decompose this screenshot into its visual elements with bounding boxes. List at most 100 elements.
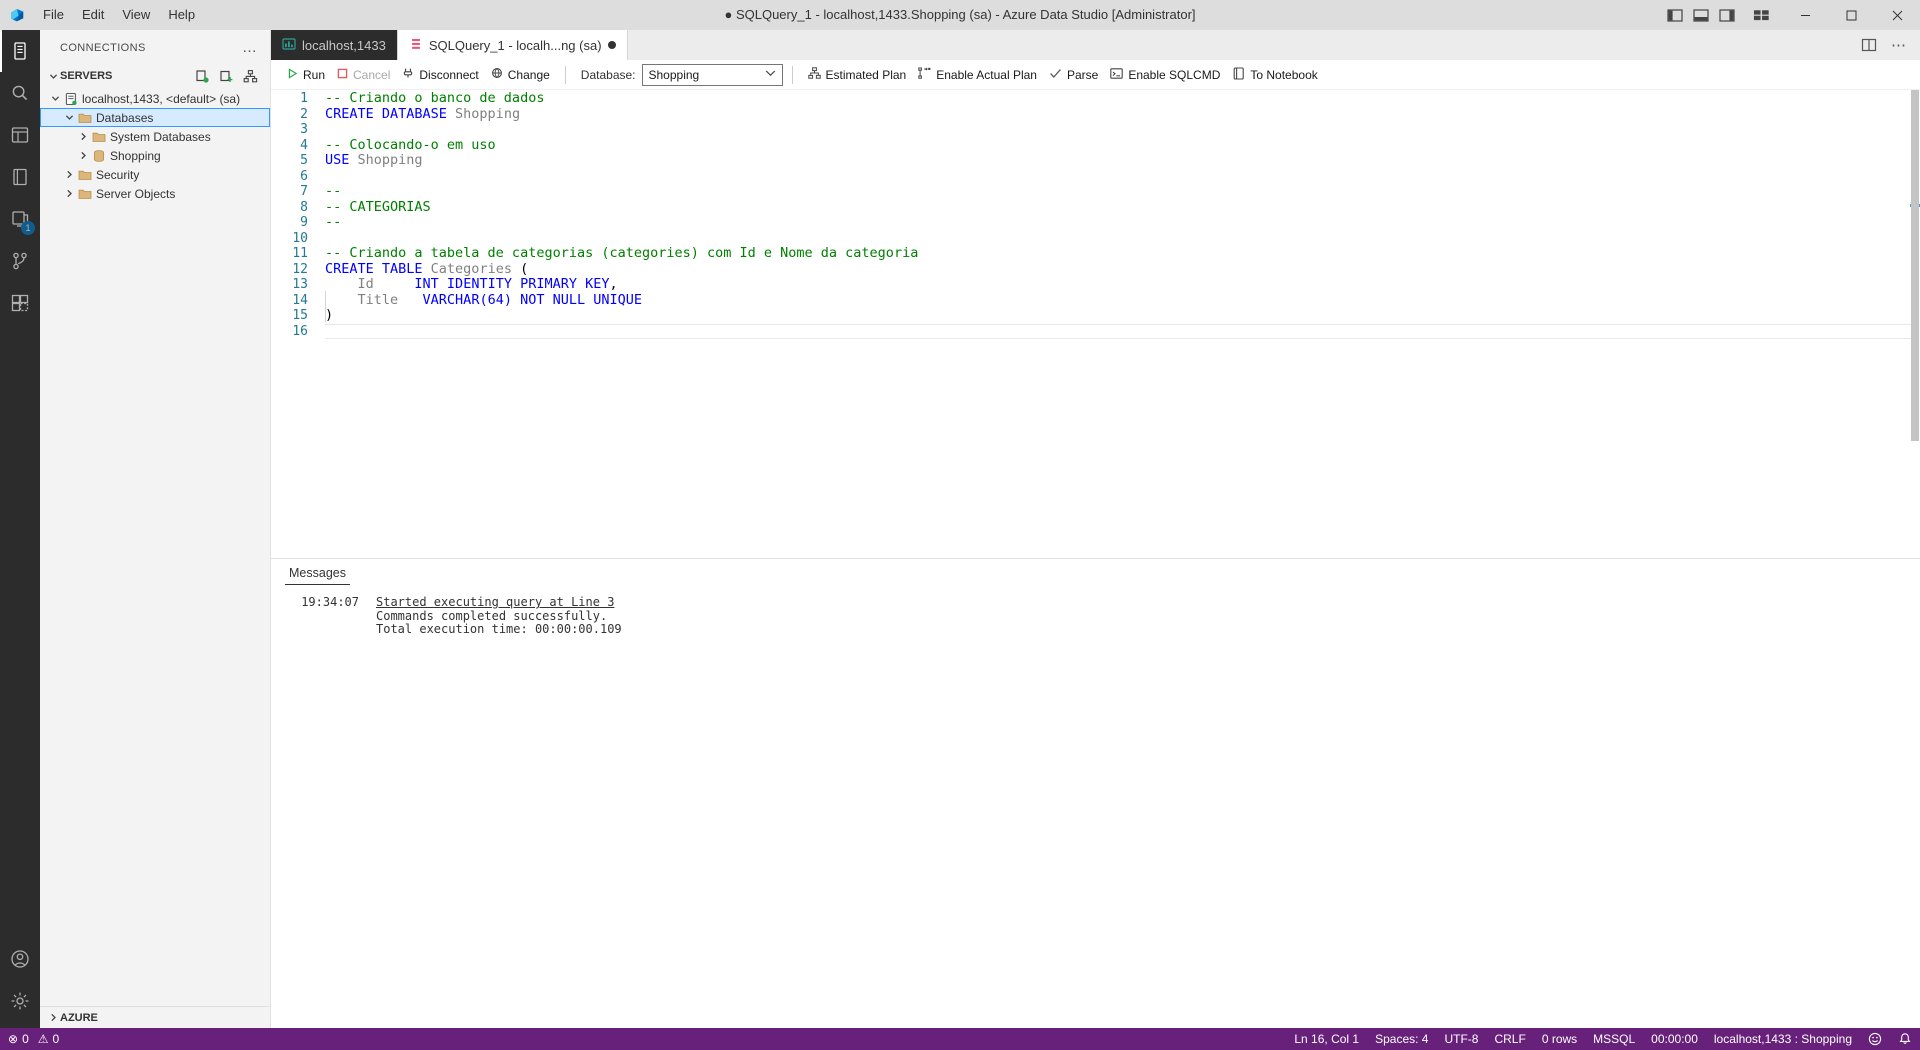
activity-source-control-explorer-icon[interactable]	[0, 114, 40, 156]
toolbar-separator	[564, 65, 566, 84]
menu-help[interactable]: Help	[159, 0, 204, 30]
tree-item-system-databases[interactable]: System Databases	[40, 127, 270, 146]
more-actions-icon[interactable]: ⋯	[1891, 38, 1906, 53]
disconnect-button[interactable]: Disconnect	[396, 63, 484, 87]
menu-edit[interactable]: Edit	[73, 0, 113, 30]
close-button[interactable]	[1874, 0, 1920, 30]
tree-item-security[interactable]: Security	[40, 165, 270, 184]
code-surface[interactable]: 1 2 3 4 5 6 7 8 9 10 11 12 13 14 15 16 -…	[271, 90, 1920, 558]
activity-extensions-icon[interactable]	[0, 282, 40, 324]
workbench-body: 1 CONNECTIONS … SERVERS localhost,1433, …	[0, 30, 1920, 1028]
new-connection-icon[interactable]	[194, 68, 210, 84]
toggle-panel-icon[interactable]	[1692, 8, 1709, 23]
menu-file[interactable]: File	[34, 0, 73, 30]
disconnect-icon	[402, 67, 414, 82]
notebook-icon	[1232, 66, 1245, 83]
tree-item-server-objects[interactable]: Server Objects	[40, 184, 270, 203]
change-connection-icon	[491, 67, 503, 82]
maximize-button[interactable]	[1828, 0, 1874, 30]
azure-chevron-right-icon	[46, 1011, 60, 1025]
eol-status[interactable]: CRLF	[1486, 1028, 1533, 1050]
run-label: Run	[303, 67, 326, 82]
notifications-bell-icon[interactable]	[1890, 1028, 1920, 1050]
tab-messages[interactable]: Messages	[285, 566, 350, 585]
tree-item-shopping[interactable]: Shopping	[40, 146, 270, 165]
app-logo-icon	[0, 0, 34, 30]
new-server-group-icon[interactable]	[218, 68, 234, 84]
toggle-primary-sidebar-icon[interactable]	[1666, 8, 1683, 23]
tree-chevron-down-icon[interactable]	[48, 92, 62, 106]
run-button[interactable]: Run	[281, 63, 331, 87]
customize-layout-icon[interactable]	[1753, 8, 1770, 23]
tab-dirty-indicator[interactable]	[607, 41, 616, 49]
activity-accounts-icon[interactable]	[0, 938, 40, 980]
tab-localhost-dashboard[interactable]: localhost,1433	[271, 30, 398, 60]
connection-status[interactable]: localhost,1433 : Shopping	[1706, 1028, 1860, 1050]
tree-item-databases[interactable]: Databases	[40, 108, 270, 127]
menu-view[interactable]: View	[113, 0, 159, 30]
tree-chevron-right-icon[interactable]	[62, 168, 76, 182]
code-lines[interactable]: -- Criando o banco de dados CREATE DATABA…	[317, 90, 1920, 558]
play-icon	[287, 67, 298, 82]
cursor-position-status[interactable]: Ln 16, Col 1	[1286, 1028, 1367, 1050]
window-title-text: SQLQuery_1 - localhost,1433.Shopping (sa…	[735, 7, 1196, 22]
parse-button[interactable]: Parse	[1043, 63, 1104, 87]
code-token: -- CATEGORIAS	[325, 198, 431, 215]
code-token: USE	[325, 152, 358, 168]
feedback-smiley-icon[interactable]	[1860, 1028, 1890, 1050]
scrollbar-thumb[interactable]	[1911, 90, 1919, 441]
tree-item-server[interactable]: localhost,1433, <default> (sa)	[40, 89, 270, 108]
tab-sqlquery-1[interactable]: SQLQuery_1 - localh...ng (sa)	[397, 30, 628, 60]
indentation-status[interactable]: Spaces: 4	[1367, 1028, 1436, 1050]
tree-chevron-right-icon[interactable]	[76, 149, 90, 163]
activity-search-icon[interactable]	[0, 72, 40, 114]
code-line: -- Colocando-o em uso	[325, 137, 1920, 154]
minimize-button[interactable]	[1782, 0, 1828, 30]
tree-item-label: Server Objects	[96, 186, 176, 201]
language-mode-status[interactable]: MSSQL	[1585, 1028, 1643, 1050]
database-selected-value: Shopping	[648, 67, 700, 82]
cancel-button[interactable]: Cancel	[331, 63, 396, 87]
sidebar: CONNECTIONS … SERVERS localhost,1433, <d…	[40, 30, 271, 1028]
line-number: 9	[300, 215, 308, 230]
activity-extensions-marketplace-icon[interactable]: 1	[0, 198, 40, 240]
code-line: )	[325, 307, 1920, 324]
servers-section-label: SERVERS	[60, 70, 113, 82]
tree-chevron-right-icon[interactable]	[62, 187, 76, 201]
activity-manage-settings-icon[interactable]	[0, 980, 40, 1022]
editor-area: localhost,1433 SQLQuery_1 - localh...ng …	[271, 30, 1920, 1028]
database-select[interactable]: Shopping	[641, 63, 783, 86]
to-notebook-button[interactable]: To Notebook	[1226, 63, 1323, 87]
encoding-status[interactable]: UTF-8	[1436, 1028, 1486, 1050]
toggle-secondary-sidebar-icon[interactable]	[1718, 8, 1735, 23]
code-token: (	[520, 260, 529, 277]
line-number: 12	[292, 261, 308, 277]
sidebar-more-actions-icon[interactable]: …	[242, 39, 258, 56]
message-text: Commands completed successfully.	[376, 608, 608, 623]
estimated-plan-button[interactable]: Estimated Plan	[802, 63, 913, 87]
split-editor-icon[interactable]	[1861, 37, 1877, 53]
editor-vertical-scrollbar[interactable]	[1910, 90, 1920, 558]
enable-actual-plan-button[interactable]: Enable Actual Plan	[912, 63, 1043, 87]
tree-item-label: Databases	[96, 110, 154, 125]
activity-servers-icon[interactable]	[0, 30, 40, 72]
sqlcmd-icon	[1110, 67, 1124, 83]
line-number: 1	[300, 91, 308, 106]
line-number: 4	[300, 137, 308, 153]
line-number: 3	[300, 122, 308, 137]
server-icon	[62, 92, 79, 106]
message-text[interactable]: Started executing query at Line 3	[376, 595, 614, 610]
view-as-tree-icon[interactable]	[242, 68, 258, 84]
azure-section-header[interactable]: AZURE	[40, 1006, 270, 1028]
tree-chevron-down-icon[interactable]	[62, 111, 76, 125]
change-connection-button[interactable]: Change	[485, 63, 556, 87]
problems-status[interactable]: ⊗ 0 ⚠ 0	[0, 1028, 67, 1050]
activity-source-control-icon[interactable]	[0, 240, 40, 282]
row-count-status: 0 rows	[1541, 1032, 1578, 1046]
enable-sqlcmd-button[interactable]: Enable SQLCMD	[1104, 63, 1226, 87]
activity-notebooks-icon[interactable]	[0, 156, 40, 198]
code-line: CREATE TABLE Categories (	[325, 260, 1920, 278]
servers-section-header[interactable]: SERVERS	[40, 65, 270, 87]
tree-chevron-right-icon[interactable]	[76, 130, 90, 144]
